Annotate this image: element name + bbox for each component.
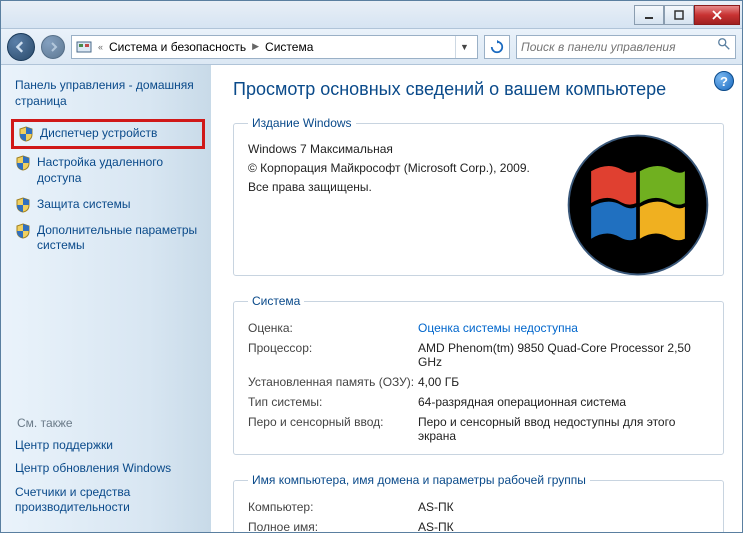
- address-bar: « Система и безопасность ▶ Система ▼: [1, 29, 742, 65]
- system-group: Система Оценка: Оценка системы недоступн…: [233, 294, 724, 455]
- fullname-label: Полное имя:: [248, 520, 418, 532]
- rating-label: Оценка:: [248, 321, 418, 335]
- type-value: 64-разрядная операционная система: [418, 395, 709, 409]
- computer-value: AS-ПК: [418, 500, 709, 514]
- row-full-name: Полное имя: AS-ПК: [248, 517, 709, 532]
- sidebar-item-label: Защита системы: [37, 197, 130, 213]
- row-processor: Процессор: AMD Phenom(tm) 9850 Quad-Core…: [248, 338, 709, 372]
- pen-label: Перо и сенсорный ввод:: [248, 415, 418, 443]
- nav-forward-button[interactable]: [41, 35, 65, 59]
- shield-icon: [15, 155, 31, 171]
- shield-icon: [15, 223, 31, 239]
- computer-legend: Имя компьютера, имя домена и параметры р…: [248, 473, 590, 487]
- computer-name-group: Имя компьютера, имя домена и параметры р…: [233, 473, 724, 532]
- ram-value: 4,00 ГБ: [418, 375, 709, 389]
- minimize-button[interactable]: [634, 5, 664, 25]
- windows-edition-group: Издание Windows Windows 7 Максимальная ©…: [233, 116, 724, 276]
- sidebar-item-label: Настройка удаленного доступа: [37, 155, 201, 186]
- row-rating: Оценка: Оценка системы недоступна: [248, 318, 709, 338]
- sidebar-item-system-protection[interactable]: Защита системы: [15, 197, 201, 213]
- nav-back-button[interactable]: [7, 33, 35, 61]
- sidebar-item-device-manager[interactable]: Диспетчер устройств: [11, 119, 205, 149]
- help-button[interactable]: ?: [714, 71, 734, 91]
- row-ram: Установленная память (ОЗУ): 4,00 ГБ: [248, 372, 709, 392]
- row-system-type: Тип системы: 64-разрядная операционная с…: [248, 392, 709, 412]
- pen-value: Перо и сенсорный ввод недоступны для это…: [418, 415, 709, 443]
- see-also-windows-update[interactable]: Центр обновления Windows: [15, 461, 201, 477]
- maximize-button[interactable]: [664, 5, 694, 25]
- ram-label: Установленная память (ОЗУ):: [248, 375, 418, 389]
- search-icon: [717, 37, 731, 56]
- titlebar: [1, 1, 742, 29]
- row-pen-touch: Перо и сенсорный ввод: Перо и сенсорный …: [248, 412, 709, 446]
- see-also-performance[interactable]: Счетчики и средства производительности: [15, 485, 201, 516]
- sidebar-item-label: Диспетчер устройств: [40, 126, 157, 142]
- search-box[interactable]: [516, 35, 736, 59]
- content-pane: ? Просмотр основных сведений о вашем ком…: [211, 65, 742, 532]
- control-panel-icon: [76, 39, 92, 55]
- sidebar-item-label: Дополнительные параметры системы: [37, 223, 201, 254]
- cpu-value: AMD Phenom(tm) 9850 Quad-Core Processor …: [418, 341, 709, 369]
- body: Панель управления - домашняя страница Ди…: [1, 65, 742, 532]
- system-legend: Система: [248, 294, 304, 308]
- shield-icon: [18, 126, 34, 142]
- breadcrumb-item[interactable]: Система: [265, 40, 313, 54]
- window: « Система и безопасность ▶ Система ▼ Пан…: [0, 0, 743, 533]
- cpu-label: Процессор:: [248, 341, 418, 369]
- breadcrumb-separator-icon: ▶: [250, 41, 261, 52]
- refresh-button[interactable]: [484, 35, 510, 59]
- search-input[interactable]: [521, 40, 717, 54]
- sidebar-item-advanced-settings[interactable]: Дополнительные параметры системы: [15, 223, 201, 254]
- breadcrumb-dropdown-icon[interactable]: ▼: [455, 36, 473, 58]
- window-buttons: [634, 5, 740, 25]
- sidebar: Панель управления - домашняя страница Ди…: [1, 65, 211, 532]
- sidebar-item-remote-settings[interactable]: Настройка удаленного доступа: [15, 155, 201, 186]
- breadcrumb-item[interactable]: Система и безопасность: [109, 40, 246, 54]
- row-computer-name: Компьютер: AS-ПК: [248, 497, 709, 517]
- close-button[interactable]: [694, 5, 740, 25]
- edition-legend: Издание Windows: [248, 116, 356, 130]
- type-label: Тип системы:: [248, 395, 418, 409]
- computer-label: Компьютер:: [248, 500, 418, 514]
- breadcrumb-prefix: «: [96, 42, 105, 52]
- see-also-heading: См. также: [17, 416, 201, 430]
- rating-value-link[interactable]: Оценка системы недоступна: [418, 321, 709, 335]
- windows-logo-icon: [563, 130, 713, 280]
- shield-icon: [15, 197, 31, 213]
- breadcrumb[interactable]: « Система и безопасность ▶ Система ▼: [71, 35, 478, 59]
- fullname-value: AS-ПК: [418, 520, 709, 532]
- control-panel-home-link[interactable]: Панель управления - домашняя страница: [15, 77, 201, 109]
- see-also-action-center[interactable]: Центр поддержки: [15, 438, 201, 454]
- page-title: Просмотр основных сведений о вашем компь…: [233, 79, 724, 100]
